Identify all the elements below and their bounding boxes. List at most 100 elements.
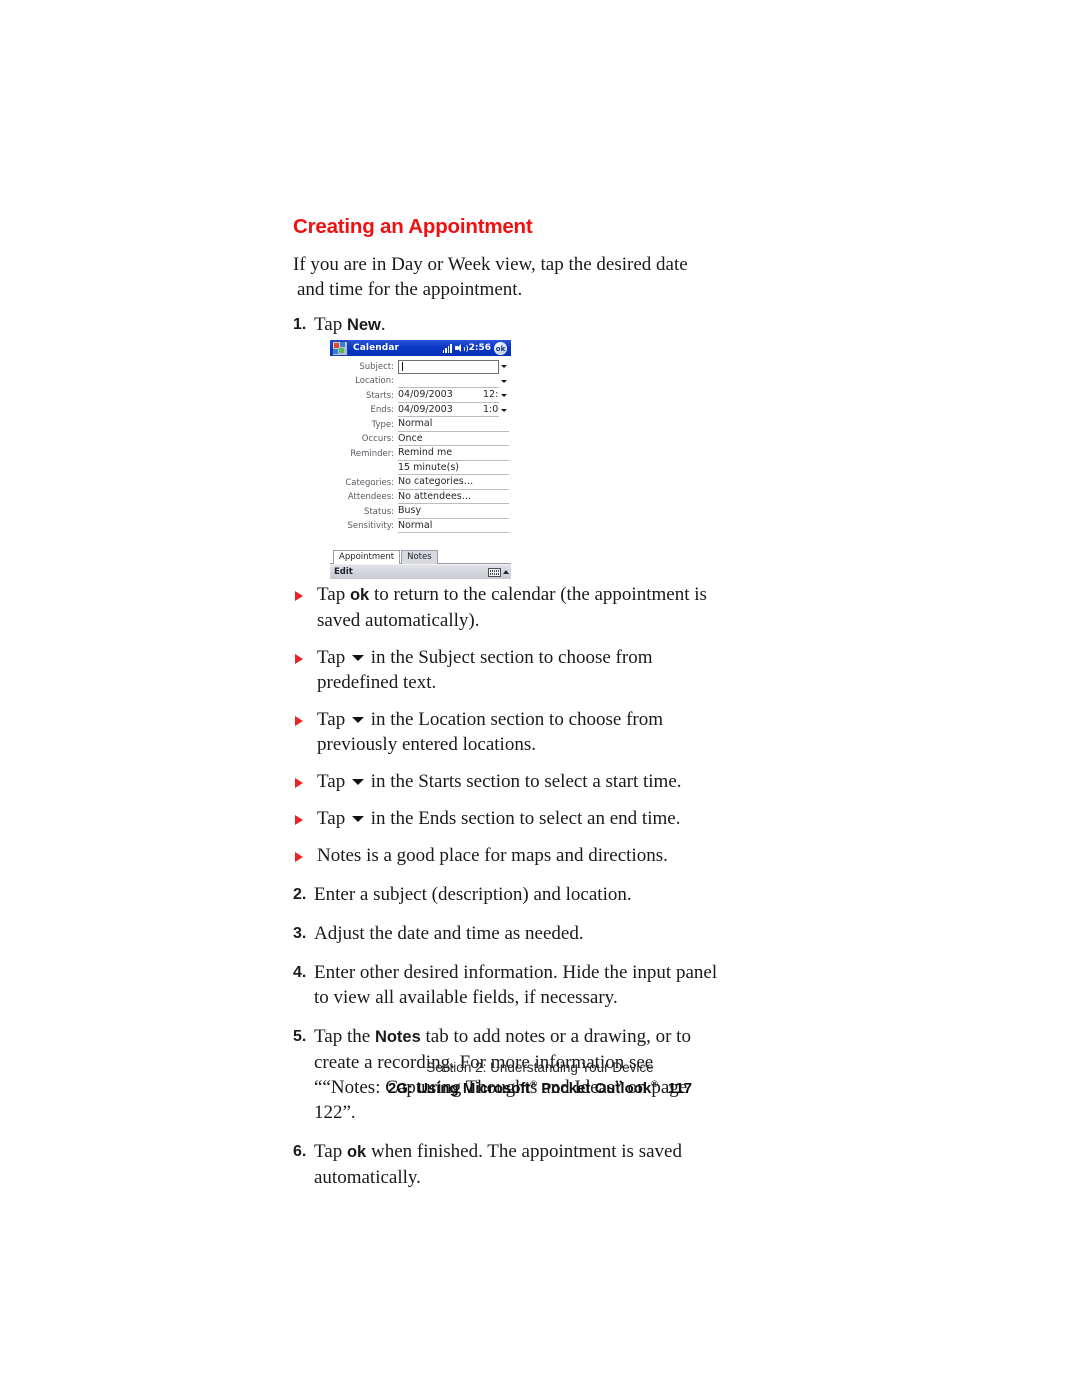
- status-value[interactable]: Busy: [398, 504, 509, 519]
- step-6: 6. Tap ok when finished. The appointment …: [293, 1139, 718, 1190]
- pda-command-bar: Edit: [330, 564, 511, 579]
- starts-date-text: 04/09/2003: [398, 389, 453, 401]
- chevron-down-icon: [351, 779, 364, 785]
- step-4: 4. Enter other desired information. Hide …: [293, 960, 718, 1010]
- step-1-number: 1.: [293, 316, 307, 333]
- field-row-attendees: Attendees: No attendees…: [332, 490, 509, 504]
- tab-notes[interactable]: Notes: [401, 550, 438, 564]
- intro-paragraph: If you are in Day or Week view, tap the …: [293, 254, 688, 300]
- triangle-bullet-icon: [295, 654, 303, 664]
- list-item: Tap in the Ends section to select an end…: [293, 806, 718, 831]
- pda-app-title: Calendar: [353, 343, 400, 353]
- bullet-2-post: in the Location section to choose from p…: [317, 709, 664, 755]
- triangle-bullet-icon: [295, 852, 303, 862]
- edit-menu-button[interactable]: Edit: [332, 567, 488, 577]
- field-row-sensitivity: Sensitivity: Normal: [332, 519, 509, 533]
- reminder-value[interactable]: Remind me: [398, 446, 509, 461]
- bullet-1-pre: Tap: [317, 647, 350, 668]
- step-6-bold-ok: ok: [346, 1143, 367, 1161]
- location-dropdown-icon[interactable]: [499, 375, 509, 389]
- starts-date-value[interactable]: 04/09/2003 12:00 PM: [398, 388, 499, 403]
- chevron-down-icon: [351, 816, 364, 822]
- triangle-bullet-icon: [295, 716, 303, 726]
- windows-flag-icon[interactable]: [332, 340, 348, 356]
- step-2-text: Enter a subject (description) and locati…: [314, 884, 632, 905]
- list-item: Tap in the Starts section to select a st…: [293, 769, 718, 794]
- footer-chapter-label: 2G: Using Microsoft® Pocket Outlook® 117: [0, 1079, 1080, 1097]
- reminder-minutes-value[interactable]: 15 minute(s): [398, 461, 509, 475]
- step-1-bold-new: New: [346, 316, 381, 334]
- step-2-number: 2.: [293, 886, 307, 903]
- field-row-subject: Subject:: [332, 359, 509, 374]
- pda-screenshot-calendar: Calendar 2:56 ok Subject: Location: Star…: [330, 340, 511, 579]
- location-value[interactable]: [398, 374, 499, 388]
- bullet-list: Tap ok to return to the calendar (the ap…: [293, 582, 718, 868]
- sensitivity-value[interactable]: Normal: [398, 519, 509, 533]
- bullet-3-pre: Tap: [317, 771, 350, 792]
- step-4-number: 4.: [293, 964, 307, 981]
- field-row-type: Type: Normal: [332, 417, 509, 432]
- field-row-ends: Ends: 04/09/2003 1:00 PM: [332, 403, 509, 418]
- bullet-0-pre: Tap: [317, 584, 350, 605]
- step-6-number: 6.: [293, 1143, 307, 1160]
- step-4-text: Enter other desired information. Hide th…: [314, 962, 718, 1008]
- field-label-starts: Starts:: [365, 390, 394, 401]
- categories-value[interactable]: No categories…: [398, 475, 509, 490]
- pda-status-tray: 2:56 ok: [442, 340, 509, 356]
- list-item: Tap in the Subject section to choose fro…: [293, 645, 718, 695]
- step-3-number: 3.: [293, 925, 307, 942]
- pda-title-bar: Calendar 2:56 ok: [330, 340, 511, 356]
- field-row-starts: Starts: 04/09/2003 12:00 PM: [332, 388, 509, 403]
- step-3-text: Adjust the date and time as needed.: [314, 923, 584, 944]
- step-5-bold-notes: Notes: [374, 1028, 421, 1046]
- step-1-text-pre: Tap: [314, 314, 347, 335]
- signal-strength-icon[interactable]: [442, 343, 452, 353]
- starts-dropdown-icon[interactable]: [499, 389, 509, 403]
- field-row-location: Location:: [332, 374, 509, 389]
- bullet-5-pre: Notes is a good place for maps and direc…: [317, 845, 668, 866]
- speaker-volume-icon[interactable]: [454, 343, 468, 353]
- field-label-attendees: Attendees:: [347, 492, 394, 502]
- type-value[interactable]: Normal: [398, 417, 509, 432]
- field-label-ends: Ends:: [370, 405, 394, 415]
- chevron-up-icon[interactable]: [503, 570, 509, 574]
- chevron-down-icon: [351, 717, 364, 723]
- ends-date-text: 04/09/2003: [398, 403, 453, 415]
- appointment-form: Subject: Location: Starts: 04/09/2003 12…: [330, 356, 511, 533]
- body-content: If you are in Day or Week view, tap the …: [293, 252, 718, 338]
- starts-time-text: 12:00 PM: [483, 389, 499, 401]
- subject-input[interactable]: [398, 359, 499, 374]
- field-label-location: Location:: [355, 376, 394, 386]
- bullet-2-pre: Tap: [317, 709, 350, 730]
- occurs-value[interactable]: Once: [398, 432, 509, 446]
- field-label-occurs: Occurs:: [361, 434, 394, 444]
- soft-keyboard-icon[interactable]: [488, 567, 501, 577]
- step-2: 2. Enter a subject (description) and loca…: [293, 882, 718, 907]
- bullet-1-post: in the Subject section to choose from pr…: [317, 647, 653, 693]
- page-footer: Section 2: Understanding Your Device 2G:…: [0, 1060, 1080, 1097]
- page-title: Creating an Appointment: [293, 215, 533, 238]
- document-page: Creating an Appointment If you are in Da…: [0, 0, 1080, 1397]
- step-6-text-pre: Tap: [314, 1141, 347, 1162]
- subject-dropdown-icon[interactable]: [499, 360, 509, 374]
- step-3: 3. Adjust the date and time as needed.: [293, 921, 718, 946]
- step-1-text-post: .: [380, 314, 386, 335]
- ok-button[interactable]: ok: [494, 341, 507, 355]
- clock-time[interactable]: 2:56: [469, 340, 491, 356]
- attendees-value[interactable]: No attendees…: [398, 490, 509, 504]
- ends-date-value[interactable]: 04/09/2003 1:00 PM: [398, 403, 499, 417]
- field-row-reminder: Reminder: Remind me: [332, 446, 509, 461]
- step-6-text-post: when finished. The appointment is saved …: [314, 1141, 682, 1188]
- ends-dropdown-icon[interactable]: [499, 404, 509, 418]
- field-label-categories: Categories:: [345, 477, 394, 488]
- ends-time-text: 1:00 PM: [483, 403, 499, 415]
- field-label-sensitivity: Sensitivity:: [347, 521, 395, 531]
- list-item: Notes is a good place for maps and direc…: [293, 843, 718, 868]
- triangle-bullet-icon: [295, 815, 303, 825]
- body-content-lower: Tap ok to return to the calendar (the ap…: [293, 582, 718, 1190]
- triangle-bullet-icon: [295, 591, 303, 601]
- tab-appointment[interactable]: Appointment: [333, 550, 401, 564]
